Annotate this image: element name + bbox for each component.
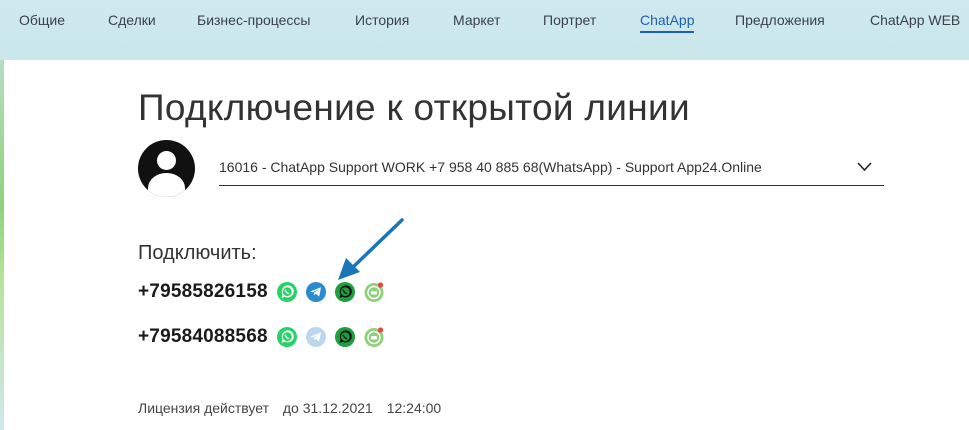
avito-icon[interactable] xyxy=(363,326,385,348)
phone-number: +79585826158 xyxy=(138,281,268,302)
tab-chatapp-web[interactable]: ChatApp WEB xyxy=(870,11,960,29)
phone-row: +79584088568 xyxy=(138,324,392,350)
license-until: до 31.12.2021 xyxy=(282,400,373,416)
license-time: 12:24:00 xyxy=(386,400,442,416)
phone-number: +79584088568 xyxy=(138,326,268,347)
connect-label: Подключить: xyxy=(138,242,257,264)
whatsapp-business-icon[interactable] xyxy=(334,326,356,348)
whatsapp-icon[interactable] xyxy=(276,326,298,348)
open-line-select-value: 16016 - ChatApp Support WORK +7 958 40 8… xyxy=(219,159,762,175)
tab-offers[interactable]: Предложения xyxy=(735,11,825,29)
telegram-icon[interactable] xyxy=(305,326,327,348)
content-panel: Подключение к открытой линии 16016 - Cha… xyxy=(4,60,969,430)
tab-market[interactable]: Маркет xyxy=(453,11,500,29)
tab-general[interactable]: Общие xyxy=(19,11,65,29)
tab-history[interactable]: История xyxy=(355,11,409,29)
tab-business-processes[interactable]: Бизнес-процессы xyxy=(197,11,310,29)
avito-icon[interactable] xyxy=(363,281,385,303)
telegram-icon[interactable] xyxy=(305,281,327,303)
annotation-arrow-icon xyxy=(338,218,404,280)
page-title: Подключение к открытой линии xyxy=(138,87,690,128)
open-line-select[interactable]: 16016 - ChatApp Support WORK +7 958 40 8… xyxy=(219,148,884,186)
phone-row: +79585826158 xyxy=(138,279,392,305)
tab-bar: Общие Сделки Бизнес-процессы История Мар… xyxy=(0,0,969,60)
whatsapp-icon[interactable] xyxy=(276,281,298,303)
avatar-body xyxy=(148,173,185,197)
tab-deals[interactable]: Сделки xyxy=(108,11,156,29)
license-label: Лицензия действует xyxy=(138,400,269,416)
whatsapp-business-icon[interactable] xyxy=(334,281,356,303)
tab-chatapp[interactable]: ChatApp xyxy=(640,11,695,33)
avatar-head xyxy=(157,151,176,170)
chevron-down-icon[interactable] xyxy=(857,159,872,174)
tab-portrait[interactable]: Портрет xyxy=(543,11,596,29)
user-avatar-icon xyxy=(138,140,195,197)
license-info: Лицензия действует до 31.12.2021 12:24:0… xyxy=(138,400,451,416)
